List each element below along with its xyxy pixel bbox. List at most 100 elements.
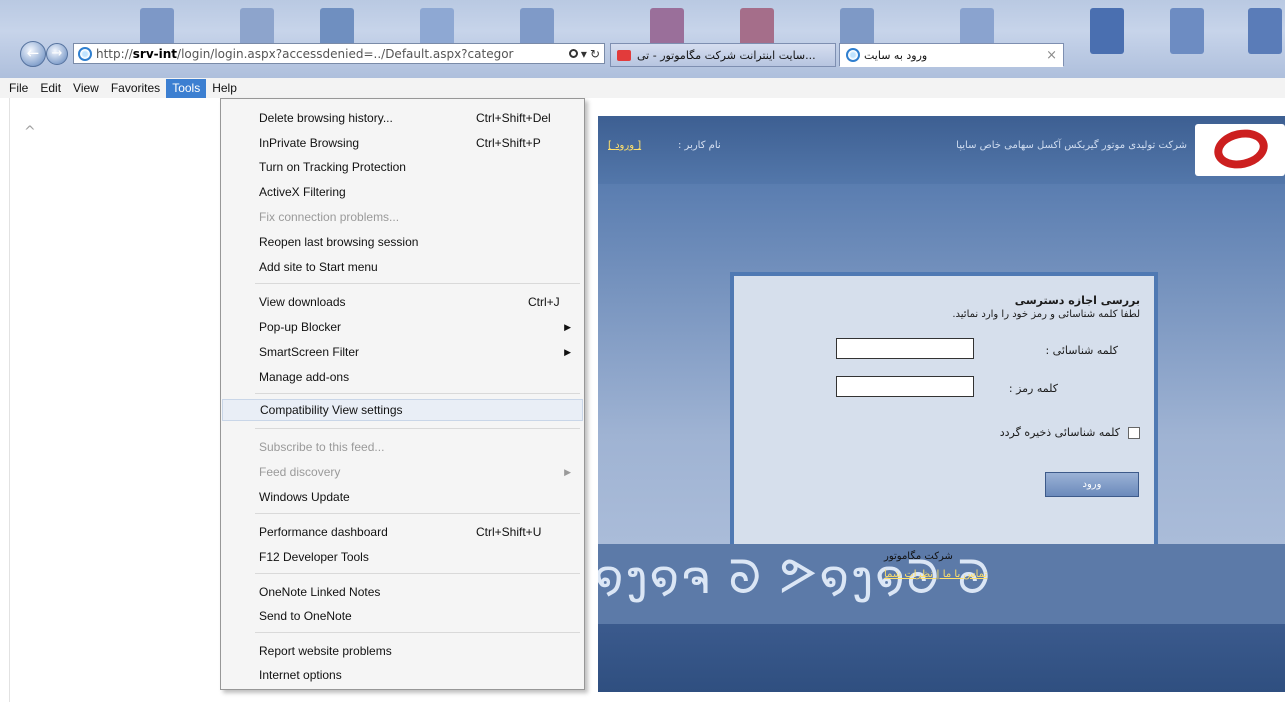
menu-item-inprivate[interactable]: InPrivate Browsing Ctrl+Shift+P [222, 132, 583, 154]
menu-item-compatibility-view[interactable]: Compatibility View settings [222, 399, 583, 421]
menu-item-label: Turn on Tracking Protection [259, 160, 406, 174]
menu-item-activex-filtering[interactable]: ActiveX Filtering [222, 181, 583, 203]
menu-bar: File Edit View Favorites Tools Help [0, 78, 1285, 98]
menu-item-label: Add site to Start menu [259, 260, 378, 274]
remember-checkbox[interactable] [1128, 427, 1140, 439]
menu-separator [255, 428, 580, 429]
menu-item-shortcut: Ctrl+J [528, 295, 560, 309]
forward-button[interactable]: → [46, 43, 68, 65]
menu-item-label: Internet options [259, 668, 342, 682]
menu-favorites[interactable]: Favorites [105, 79, 166, 98]
menu-item-subscribe-feed: Subscribe to this feed... [222, 436, 583, 458]
menu-item-feed-discovery: Feed discovery ▶ [222, 461, 583, 483]
menu-item-send-onenote[interactable]: Send to OneNote [222, 605, 583, 627]
address-tools: ▾ ↻ [565, 47, 604, 61]
menu-view[interactable]: View [67, 79, 105, 98]
login-box: بررسی اجازه دسترسی لطفا کلمه شناسائی و ر… [730, 272, 1158, 550]
user-label: نام کاربر : [678, 140, 721, 151]
menu-item-label: InPrivate Browsing [259, 136, 360, 150]
footer-links[interactable]: تماس با ما | نظرات شما [884, 569, 987, 580]
tab-label: ورود به سایت [864, 48, 928, 62]
menu-item-label: Fix connection problems... [259, 210, 400, 224]
menu-separator [255, 283, 580, 284]
menu-item-label: Send to OneNote [259, 609, 352, 623]
login-link[interactable]: [ ورود ] [608, 140, 641, 151]
tab-intranet[interactable]: ...سایت اینترانت شرکت مگاموتور - تی [610, 43, 836, 67]
menu-separator [255, 573, 580, 574]
menu-item-label: Delete browsing history... [259, 111, 393, 125]
menu-item-label: Feed discovery [259, 465, 341, 479]
company-logo [1195, 124, 1285, 176]
menu-item-smartscreen[interactable]: SmartScreen Filter ▶ [222, 341, 583, 363]
submenu-arrow-icon: ▶ [564, 321, 571, 332]
menu-item-f12-tools[interactable]: F12 Developer Tools [222, 546, 583, 568]
menu-separator [255, 513, 580, 514]
menu-item-label: Subscribe to this feed... [259, 440, 385, 454]
submenu-arrow-icon: ▶ [564, 466, 571, 477]
menu-item-popup-blocker[interactable]: Pop-up Blocker ▶ [222, 316, 583, 338]
taskbar-tile [1248, 8, 1282, 54]
taskbar-tile [1170, 8, 1204, 54]
menu-separator [255, 393, 580, 394]
password-input[interactable] [836, 376, 974, 397]
company-name: شرکت تولیدی موتور گیربکس آکسل سهامی خاص … [956, 140, 1187, 151]
tab-label: ...سایت اینترانت شرکت مگاموتور - تی [637, 48, 816, 62]
menu-edit[interactable]: Edit [34, 79, 67, 98]
refresh-icon[interactable]: ↻ [590, 47, 600, 61]
address-bar[interactable]: http://srv-int/login/login.aspx?accessde… [73, 43, 605, 64]
menu-help[interactable]: Help [206, 79, 243, 98]
menu-file[interactable]: File [3, 79, 34, 98]
menu-item-label: SmartScreen Filter [259, 345, 360, 359]
menu-item-reopen-session[interactable]: Reopen last browsing session [222, 231, 583, 253]
left-pane [9, 98, 12, 702]
menu-item-onenote-linked[interactable]: OneNote Linked Notes [222, 581, 583, 603]
menu-item-view-downloads[interactable]: View downloads Ctrl+J [222, 291, 583, 313]
password-label: کلمه رمز : [1008, 382, 1058, 395]
login-subtitle: لطفا کلمه شناسائی و رمز خود را وارد نمائ… [952, 309, 1140, 320]
menu-item-internet-options[interactable]: Internet options [222, 664, 583, 686]
menu-item-label: View downloads [259, 295, 346, 309]
menu-item-label: Windows Update [259, 490, 350, 504]
menu-item-add-to-start[interactable]: Add site to Start menu [222, 256, 583, 278]
ie-page-icon [846, 48, 860, 62]
menu-item-label: Reopen last browsing session [259, 235, 419, 249]
login-submit-button[interactable]: ورود [1045, 472, 1139, 497]
menu-item-windows-update[interactable]: Windows Update [222, 486, 583, 508]
menu-item-label: Performance dashboard [259, 525, 388, 539]
menu-tools[interactable]: Tools [166, 78, 207, 98]
menu-item-shortcut: Ctrl+Shift+P [476, 136, 541, 150]
menu-item-label: Report website problems [259, 644, 392, 658]
close-icon[interactable]: × [1046, 48, 1057, 63]
bottom-band [598, 624, 1285, 692]
menu-item-tracking-protection[interactable]: Turn on Tracking Protection [222, 156, 583, 178]
ie-page-icon [78, 46, 92, 61]
username-input[interactable] [836, 338, 974, 359]
logo-ring-icon [1210, 124, 1272, 174]
menu-item-label: Pop-up Blocker [259, 320, 342, 334]
menu-item-label: Manage add-ons [259, 370, 350, 384]
submenu-arrow-icon: ▶ [564, 346, 571, 357]
menu-item-fix-connection: Fix connection problems... [222, 206, 583, 228]
search-dropdown-icon[interactable]: ▾ [581, 47, 587, 61]
menu-item-label: ActiveX Filtering [259, 185, 346, 199]
menu-item-manage-addons[interactable]: Manage add-ons [222, 366, 583, 388]
site-favicon-icon [617, 49, 631, 61]
page-body: بررسی اجازه دسترسی لطفا کلمه شناسائی و ر… [598, 184, 1285, 550]
menu-item-performance-dashboard[interactable]: Performance dashboard Ctrl+Shift+U [222, 521, 583, 543]
footer-company: شرکت مگاموتور [884, 551, 953, 562]
scroll-up-icon[interactable]: ^ [24, 124, 36, 140]
address-url[interactable]: http://srv-int/login/login.aspx?accessde… [96, 47, 565, 61]
web-page: [ ورود ] نام کاربر : شرکت تولیدی موتور گ… [598, 116, 1285, 692]
window-titlebar: ← → http://srv-int/login/login.aspx?acce… [0, 0, 1285, 78]
menu-item-report-problems[interactable]: Report website problems [222, 640, 583, 662]
menu-item-label: OneNote Linked Notes [259, 585, 381, 599]
menu-item-delete-history[interactable]: Delete browsing history... Ctrl+Shift+De… [222, 107, 583, 129]
menu-item-label: Compatibility View settings [260, 403, 403, 417]
taskbar-tile [1090, 8, 1124, 54]
tab-login[interactable]: ورود به سایت × [839, 43, 1064, 67]
login-title: بررسی اجازه دسترسی [1014, 294, 1140, 307]
back-button[interactable]: ← [20, 41, 46, 67]
menu-item-label: F12 Developer Tools [259, 550, 369, 564]
remember-label: کلمه شناسائی ذخیره گردد [999, 426, 1120, 439]
search-icon[interactable] [568, 49, 578, 58]
